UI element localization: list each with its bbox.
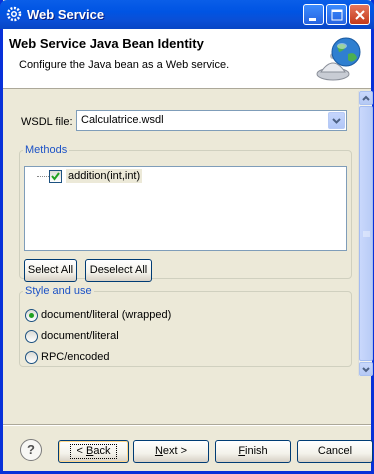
radio-selected-dot [29,313,34,318]
style-and-use-group: Style and use document/literal (wrapped)… [19,285,352,367]
style-and-use-legend: Style and use [25,285,92,297]
wsdl-file-value: Calculatrice.wsdl [81,114,164,126]
wizard-content: WSDL file: Calculatrice.wsdl Methods add… [3,95,357,377]
deselect-all-button[interactable]: Deselect All [85,259,152,282]
close-button[interactable] [349,4,370,25]
radio-label[interactable]: document/literal [41,330,119,342]
page-description: Configure the Java bean as a Web service… [19,59,230,71]
minimize-button[interactable] [303,4,324,25]
window-title: Web Service [27,7,105,22]
select-all-button[interactable]: Select All [24,259,77,282]
radio-label[interactable]: document/literal (wrapped) [41,309,171,321]
help-button[interactable]: ? [20,439,42,461]
finish-label: inish [245,445,268,457]
back-prefix: < [76,445,86,457]
methods-tree[interactable]: addition(int,int) [24,166,347,251]
chevron-up-icon [362,95,370,101]
method-label[interactable]: addition(int,int) [66,169,143,183]
radio-button[interactable] [25,309,38,322]
methods-group: Methods addition(int,int) Select All Des… [19,144,352,282]
scroll-down-button[interactable] [359,362,373,376]
method-checkbox[interactable] [49,170,62,183]
wsdl-file-combo[interactable]: Calculatrice.wsdl [76,110,347,131]
maximize-icon [331,9,343,21]
chevron-down-icon[interactable] [328,112,345,129]
wizard-banner: Web Service Java Bean Identity Configure… [3,29,371,89]
page-title: Web Service Java Bean Identity [9,36,204,51]
back-label: ack [93,445,111,457]
vertical-scrollbar[interactable] [358,91,373,376]
radio-button[interactable] [25,330,38,343]
chevron-down-icon [362,367,370,373]
next-mnemonic: N [154,445,163,457]
scroll-up-button[interactable] [359,91,373,105]
next-button[interactable]: Next > [133,440,209,463]
title-bar[interactable]: Web Service [0,0,374,29]
tree-connector [37,176,49,177]
radio-label[interactable]: RPC/encoded [41,351,110,363]
globe-bell-icon [315,34,363,87]
scrollbar-thumb[interactable] [359,106,373,361]
web-service-dialog: Web Service Web Service Java Bean Identi… [0,0,374,474]
footer-separator [3,424,371,426]
back-button[interactable]: < Back [58,440,129,463]
help-icon: ? [27,442,35,457]
methods-legend: Methods [25,144,68,156]
next-label: ext > [162,445,188,457]
maximize-button[interactable] [326,4,347,25]
grip-icon [363,231,370,237]
cancel-button[interactable]: Cancel [297,440,373,463]
minimize-icon [309,18,316,21]
checkmark-icon [51,172,60,181]
finish-button[interactable]: Finish [215,440,291,463]
close-icon [355,10,365,20]
eclipse-gear-icon [6,6,22,22]
radio-button[interactable] [25,351,38,364]
wsdl-file-label: WSDL file: [21,116,73,128]
